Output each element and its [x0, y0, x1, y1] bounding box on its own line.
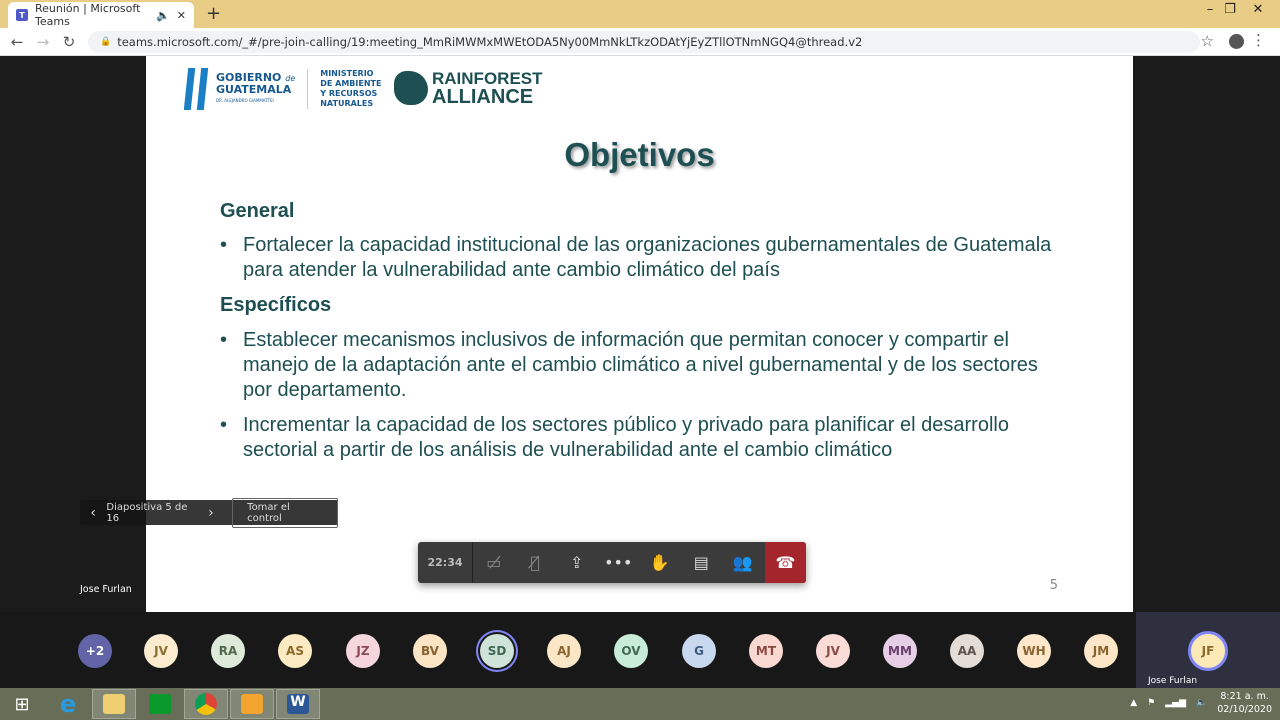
- raise-hand-icon[interactable]: ✋: [639, 553, 681, 572]
- reload-icon[interactable]: ↻: [56, 33, 82, 51]
- restore-icon[interactable]: ❐: [1218, 2, 1242, 17]
- hang-up-icon: ☎: [775, 553, 796, 572]
- hang-up-button[interactable]: ☎: [765, 542, 806, 583]
- file-explorer-icon: [103, 694, 125, 714]
- start-button[interactable]: ⊞: [0, 689, 44, 719]
- forward-icon[interactable]: →: [30, 33, 56, 51]
- browser-tab[interactable]: T Reunión | Microsoft Teams 🔈 ✕: [8, 2, 194, 28]
- next-slide-icon[interactable]: ›: [198, 505, 224, 521]
- chrome-icon: [195, 693, 217, 715]
- store-button[interactable]: [138, 689, 182, 719]
- participant-avatar[interactable]: +2: [78, 634, 112, 668]
- participant-avatar[interactable]: JV: [816, 634, 850, 668]
- url-input[interactable]: 🔒 teams.microsoft.com/_#/pre-join-callin…: [88, 30, 1200, 53]
- participant-avatar[interactable]: OV: [614, 634, 648, 668]
- action-center-flag-icon[interactable]: ⚑: [1147, 698, 1155, 708]
- lock-icon: 🔒: [100, 36, 112, 47]
- tray-expand-icon[interactable]: ▲: [1130, 698, 1137, 708]
- teams-icon: T: [16, 9, 28, 21]
- participant-avatar[interactable]: G: [682, 634, 716, 668]
- clock[interactable]: 8:21 a. m. 02/10/2020: [1217, 690, 1272, 716]
- call-controls: 22:34 ▭̸ 🎙̸ ⇪ ••• ✋ ▤ 👥 ☎: [418, 542, 806, 583]
- participant-avatar[interactable]: JM: [1084, 634, 1118, 668]
- outlook-icon: [241, 694, 263, 714]
- store-icon: [149, 694, 171, 714]
- gobierno-logo: GOBIERNO de GUATEMALA DR. ALEJANDRO GIAMMA…: [183, 68, 381, 110]
- participant-avatar[interactable]: AA: [950, 634, 984, 668]
- participant-avatar[interactable]: AJ: [547, 634, 581, 668]
- new-tab-button[interactable]: +: [206, 3, 221, 24]
- rainforest-alliance-logo: RAINFOREST ALLIANCE: [394, 70, 543, 107]
- bullet: Establecer mecanismos inclusivos de info…: [220, 328, 1060, 403]
- chrome-button[interactable]: [184, 689, 228, 719]
- mic-off-icon[interactable]: 🎙̸: [515, 553, 557, 572]
- word-icon: W: [287, 694, 309, 714]
- slide-counter: Diapositiva 5 de 16: [106, 501, 188, 524]
- network-icon[interactable]: ▂▄▆: [1165, 698, 1186, 708]
- chat-icon[interactable]: ▤: [681, 553, 723, 572]
- back-icon[interactable]: ←: [4, 33, 30, 51]
- slide-title: Objetivos: [564, 136, 715, 173]
- call-timer: 22:34: [418, 542, 473, 583]
- share-screen-icon[interactable]: ⇪: [556, 553, 598, 572]
- account-icon[interactable]: [1229, 34, 1244, 49]
- bullet: Incrementar la capacidad de los sectores…: [220, 413, 1060, 463]
- file-explorer-button[interactable]: [92, 689, 136, 719]
- browser-tab-bar: T Reunión | Microsoft Teams 🔈 ✕ + – ❐ ✕: [0, 0, 1280, 28]
- slide-navigation: ‹ Diapositiva 5 de 16 › Tomar el control: [80, 497, 338, 528]
- close-tab-icon[interactable]: ✕: [177, 9, 186, 22]
- bullet: Fortalecer la capacidad institucional de…: [220, 233, 1060, 283]
- presenter-name: Jose Furlan: [80, 584, 132, 595]
- system-tray: ▲ ⚑ ▂▄▆ 🔈 8:21 a. m. 02/10/2020: [1130, 690, 1272, 716]
- prev-slide-icon[interactable]: ‹: [80, 505, 106, 521]
- self-avatar: JF: [1188, 631, 1228, 671]
- participant-avatar[interactable]: AS: [278, 634, 312, 668]
- participant-avatar[interactable]: MT: [749, 634, 783, 668]
- ie-button[interactable]: e: [46, 689, 90, 719]
- taskbar: ⊞ e W: [0, 688, 1280, 720]
- frog-icon: [394, 71, 428, 105]
- general-heading: General: [220, 200, 295, 222]
- participant-avatar[interactable]: JV: [144, 634, 178, 668]
- participants-icon[interactable]: 👥: [722, 553, 764, 572]
- participant-avatar[interactable]: BV: [413, 634, 447, 668]
- tab-title: Reunión | Microsoft Teams: [35, 2, 141, 28]
- participant-avatar[interactable]: RA: [211, 634, 245, 668]
- address-bar-row: ← → ↻ 🔒 teams.microsoft.com/_#/pre-join-…: [0, 28, 1280, 56]
- self-name: Jose Furlan: [1148, 676, 1198, 686]
- take-control-button[interactable]: Tomar el control: [232, 497, 338, 528]
- url-text: teams.microsoft.com/_#/pre-join-calling/…: [117, 34, 863, 49]
- participant-avatar[interactable]: SD: [480, 634, 514, 668]
- participant-avatar[interactable]: JZ: [346, 634, 380, 668]
- slide-page-number: 5: [1049, 578, 1058, 593]
- audio-icon[interactable]: 🔈: [156, 9, 170, 22]
- close-window-icon[interactable]: ✕: [1246, 2, 1270, 17]
- word-button[interactable]: W: [276, 689, 320, 719]
- start-icon: ⊞: [14, 693, 30, 715]
- participant-avatar[interactable]: MM: [883, 634, 917, 668]
- bookmark-star-icon[interactable]: ☆: [1201, 32, 1214, 50]
- specific-heading: Específicos: [220, 294, 332, 316]
- menu-icon[interactable]: ⋮: [1251, 31, 1266, 49]
- shared-slide: GOBIERNO de GUATEMALA DR. ALEJANDRO GIAMMA…: [146, 56, 1133, 612]
- more-icon[interactable]: •••: [598, 553, 640, 572]
- volume-icon[interactable]: 🔈: [1196, 698, 1207, 708]
- outlook-button[interactable]: [230, 689, 274, 719]
- ie-icon: e: [59, 690, 77, 718]
- camera-off-icon[interactable]: ▭̸: [473, 553, 515, 572]
- participant-avatar[interactable]: WH: [1017, 634, 1051, 668]
